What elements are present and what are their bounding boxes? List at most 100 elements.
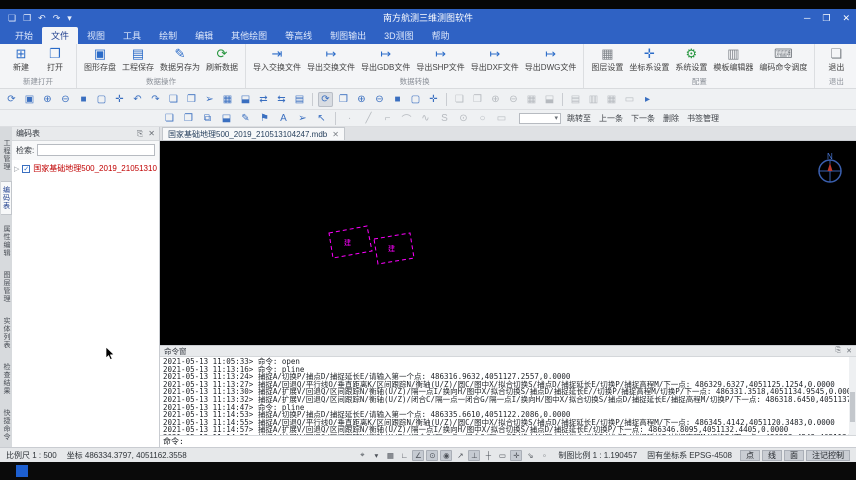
fit-view-icon[interactable]: ▢ — [408, 92, 423, 107]
open-doc-icon[interactable]: ❐ — [181, 111, 196, 126]
pin-icon[interactable]: ⎘ — [137, 129, 143, 139]
maximize-button[interactable]: ❐ — [822, 9, 830, 27]
view-save-icon[interactable]: ❐ — [336, 92, 351, 107]
otrack-toggle[interactable]: ◉ — [440, 450, 452, 461]
window-select-icon[interactable]: ⬓ — [238, 92, 253, 107]
side-panel-tab[interactable]: 快捷命令 — [1, 405, 11, 445]
perp-toggle[interactable]: ⊥ — [468, 450, 480, 461]
panel-close-icon[interactable]: ✕ — [148, 129, 155, 138]
duplicate-icon[interactable]: ⧉ — [200, 111, 215, 126]
crosshair-toggle[interactable]: ┼ — [482, 450, 494, 461]
export-shp-button[interactable]: ↦导出SHP文件 — [413, 46, 467, 74]
select-icon[interactable]: ➢ — [202, 92, 217, 107]
full-view-icon[interactable]: ■ — [390, 92, 405, 107]
polar-toggle[interactable]: ∠ — [412, 450, 424, 461]
zoom-window-icon[interactable]: ⊕ — [354, 92, 369, 107]
template-editor-button[interactable]: ▥模板编辑器 — [710, 46, 756, 74]
new-button[interactable]: ⊞新建 — [4, 46, 38, 74]
search-input[interactable] — [37, 144, 155, 156]
ribbon-tab[interactable]: 绘制 — [150, 27, 186, 44]
refresh-icon[interactable]: ⟳ — [4, 92, 19, 107]
side-panel-tab[interactable]: 检查结果 — [1, 359, 11, 399]
pan-view-icon[interactable]: ✛ — [426, 92, 441, 107]
rectangle-icon[interactable]: ▭ — [622, 92, 637, 107]
ungroup-icon[interactable]: ▥ — [586, 92, 601, 107]
draw-point-icon[interactable]: ∙ — [342, 111, 357, 126]
ribbon-tab[interactable]: 其他绘图 — [222, 27, 276, 44]
bookmark-manage-button[interactable]: 书签管理 — [687, 113, 719, 124]
snap-dropdown[interactable]: ▾ — [370, 450, 382, 461]
exchange-icon[interactable]: ⇆ — [274, 92, 289, 107]
layers-icon[interactable]: ▤ — [292, 92, 307, 107]
bookmark-delete-button[interactable]: 删除 — [663, 113, 679, 124]
tree-item[interactable]: ▷ ✓ 国家基础地理500_2019_210513104247.mdb (.. — [14, 163, 157, 174]
ortho-toggle[interactable]: ∟ — [398, 450, 410, 461]
clip-icon[interactable]: ⬓ — [219, 111, 234, 126]
ribbon-tab[interactable]: 3D测图 — [375, 27, 423, 44]
document-tab[interactable]: 国家基础地理500_2019_210513104247.mdb ✕ — [162, 127, 345, 140]
refresh-data-button[interactable]: ⟳刷新数据 — [203, 46, 241, 74]
taskbar-app-icon[interactable] — [16, 465, 28, 477]
pan-icon[interactable]: ■ — [76, 92, 91, 107]
system-settings-button[interactable]: ⚙系统设置 — [672, 46, 710, 74]
grid-icon[interactable]: ▦ — [220, 92, 235, 107]
lineweight-toggle[interactable]: ▭ — [496, 450, 508, 461]
ribbon-tab[interactable]: 帮助 — [423, 27, 459, 44]
side-panel-tab[interactable]: 工程管理 — [1, 135, 11, 175]
polygon-filter-button[interactable]: 面 — [784, 450, 804, 461]
annotation-toggle[interactable]: ⇘ — [524, 450, 536, 461]
draw-spline-icon[interactable]: S — [437, 111, 452, 126]
import-exchange-file-button[interactable]: ⇥导入交换文件 — [250, 46, 304, 74]
draw-curve-icon[interactable]: ∿ — [418, 111, 433, 126]
command-log-scrollbar[interactable] — [849, 357, 856, 435]
regen-icon[interactable]: ⟳ — [318, 92, 333, 107]
edit-icon[interactable]: ✎ — [238, 111, 253, 126]
hatch-icon[interactable]: ▦ — [604, 92, 619, 107]
insert-icon[interactable]: ⊕ — [488, 92, 503, 107]
draw-polyline-icon[interactable]: ⌐ — [380, 111, 395, 126]
side-panel-tab[interactable]: 图层管理 — [1, 267, 11, 307]
ribbon-tab[interactable]: 等高线 — [276, 27, 321, 44]
move-icon[interactable]: ✛ — [112, 92, 127, 107]
osnap-toggle[interactable]: ⊙ — [426, 450, 438, 461]
compass-widget[interactable]: N — [814, 151, 846, 185]
snap-toggle[interactable]: ⌖ — [356, 450, 368, 461]
ribbon-tab[interactable]: 编辑 — [186, 27, 222, 44]
open-button[interactable]: ❐打开 — [38, 46, 72, 74]
export-gdb-button[interactable]: ↦导出GDB文件 — [358, 46, 413, 74]
bookmark-next-button[interactable]: 下一条 — [631, 113, 655, 124]
swap-icon[interactable]: ⇄ — [256, 92, 271, 107]
ribbon-tab[interactable]: 工具 — [114, 27, 150, 44]
annotation-control-button[interactable]: 注记控制 — [806, 450, 850, 461]
dynamic-input-toggle[interactable]: ✛ — [510, 450, 522, 461]
draw-ellipse-icon[interactable]: ○ — [475, 111, 490, 126]
edit-copy-icon[interactable]: ❏ — [452, 92, 467, 107]
new-doc-icon[interactable]: ❏ — [162, 111, 177, 126]
workspace-toggle[interactable]: ▫ — [538, 450, 550, 461]
mirror-icon[interactable]: ⬓ — [542, 92, 557, 107]
ribbon-tab[interactable]: 开始 — [6, 27, 42, 44]
point-filter-button[interactable]: 点 — [740, 450, 760, 461]
draw-rect-icon[interactable]: ▭ — [494, 111, 509, 126]
zoom-extents-icon[interactable]: ▢ — [94, 92, 109, 107]
pin-icon[interactable]: ⎘ — [836, 347, 842, 355]
save-icon[interactable]: ▣ — [22, 92, 37, 107]
code-command-dispatch-button[interactable]: ⌨编码命令调度 — [756, 46, 810, 74]
ribbon-tab[interactable]: 视图 — [78, 27, 114, 44]
grid-toggle[interactable]: ▦ — [384, 450, 396, 461]
select-arrow-icon[interactable]: ↖ — [314, 111, 329, 126]
flag-icon[interactable]: ⚑ — [257, 111, 272, 126]
tree-twisty-icon[interactable]: ▷ — [14, 165, 19, 173]
draw-line-icon[interactable]: ╱ — [361, 111, 376, 126]
minimize-button[interactable]: ─ — [804, 9, 810, 27]
bookmark-jump-button[interactable]: 跳转至 — [567, 113, 591, 124]
layer-settings-button[interactable]: ▦图层设置 — [588, 46, 626, 74]
save-as-button[interactable]: ✎数据另存为 — [157, 46, 203, 74]
side-panel-tab[interactable]: 实体列表 — [1, 313, 11, 353]
zoom-out-icon[interactable]: ⊖ — [58, 92, 73, 107]
crs-settings-button[interactable]: ✛坐标系设置 — [626, 46, 672, 74]
group-icon[interactable]: ▤ — [568, 92, 583, 107]
save-drawing-button[interactable]: ▣图形存盘 — [81, 46, 119, 74]
tree-checkbox[interactable]: ✓ — [22, 165, 30, 173]
redo-icon[interactable]: ↷ — [148, 92, 163, 107]
